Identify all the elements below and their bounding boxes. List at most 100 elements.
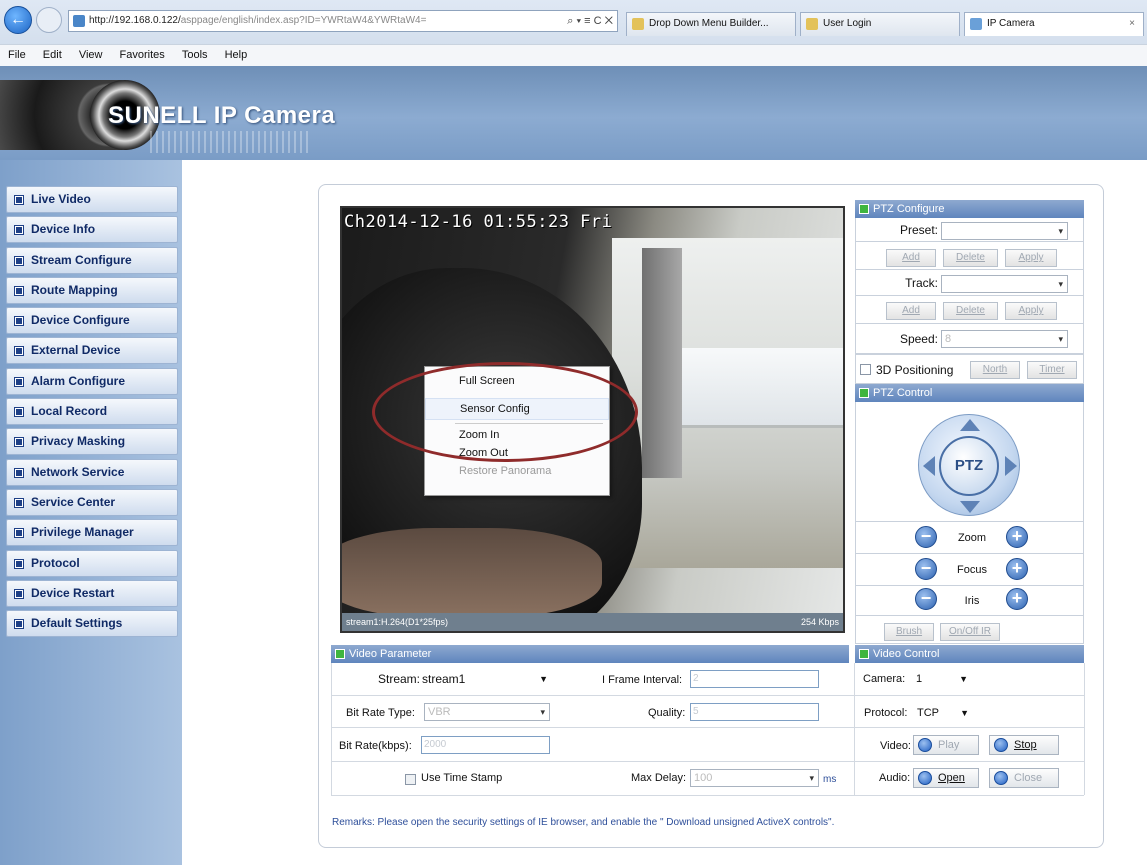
sidebar-item-label: Alarm Configure	[31, 373, 126, 388]
menu-item-zoom-out[interactable]: Zoom Out	[425, 444, 609, 462]
zoom-in-button[interactable]: +	[1006, 526, 1028, 548]
video-window-area	[672, 348, 843, 428]
track-label: Track:	[905, 276, 938, 290]
ptz-center-button[interactable]: PTZ	[939, 436, 999, 496]
track-apply-button[interactable]: Apply	[1005, 302, 1057, 320]
max-delay-select[interactable]: 100 ▾	[690, 769, 819, 787]
address-bar[interactable]: http://192.168.0.122/asppage/english/ind…	[68, 10, 618, 32]
audio-open-icon	[918, 771, 932, 785]
chevron-down-icon: ▼	[960, 708, 969, 718]
play-button[interactable]: Play	[913, 735, 979, 755]
ptz-direction-pad[interactable]: PTZ	[918, 414, 1020, 516]
sidebar-item-alarm-configure[interactable]: Alarm Configure	[6, 367, 178, 395]
zoom-label: Zoom	[957, 532, 987, 544]
menu-tools[interactable]: Tools	[182, 49, 208, 61]
track-select[interactable]: ▾	[941, 275, 1068, 293]
sidebar-item-protocol[interactable]: Protocol	[6, 549, 178, 577]
stream-select[interactable]: stream1 ▼	[422, 669, 552, 689]
address-path: asppage/english/index.asp?ID=YWRtaW4&YWR…	[180, 15, 427, 26]
audio-close-button[interactable]: Close	[989, 768, 1059, 788]
sidebar-item-privacy-masking[interactable]: Privacy Masking	[6, 428, 178, 456]
bitrate-input[interactable]: 2000	[421, 736, 550, 754]
brush-button[interactable]: Brush	[884, 623, 934, 641]
north-button[interactable]: North	[970, 361, 1020, 379]
chevron-down-icon: ▾	[1058, 334, 1063, 344]
video-door-area	[642, 248, 682, 478]
menu-file[interactable]: File	[8, 49, 26, 61]
menu-item-zoom-in[interactable]: Zoom In	[425, 426, 609, 444]
focus-label: Focus	[957, 564, 987, 576]
back-button[interactable]: ←	[4, 6, 32, 34]
bitrate-type-select[interactable]: VBR ▾	[424, 703, 550, 721]
audio-open-button[interactable]: Open	[913, 768, 979, 788]
timestamp-checkbox[interactable]	[405, 774, 416, 785]
iris-minus-button[interactable]: −	[915, 588, 937, 610]
menu-favorites[interactable]: Favorites	[120, 49, 165, 61]
protocol-select[interactable]: TCP ▼	[917, 703, 973, 723]
arrow-down-icon[interactable]	[960, 501, 980, 513]
iris-label: Iris	[964, 595, 980, 607]
sidebar-item-device-restart[interactable]: Device Restart	[6, 579, 178, 607]
bitrate-type-label: Bit Rate Type:	[346, 707, 415, 719]
track-add-button[interactable]: Add	[886, 302, 936, 320]
iris-plus-button[interactable]: +	[1006, 588, 1028, 610]
iframe-interval-input[interactable]: 2	[690, 670, 819, 688]
camera-select[interactable]: 1 ▼	[916, 669, 972, 689]
sidebar-item-route-mapping[interactable]: Route Mapping	[6, 276, 178, 304]
sidebar-item-service-center[interactable]: Service Center	[6, 488, 178, 516]
sidebar-item-external-device[interactable]: External Device	[6, 337, 178, 365]
preset-delete-button[interactable]: Delete	[943, 249, 998, 267]
focus-minus-button[interactable]: −	[915, 558, 937, 580]
tab-ip-camera[interactable]: IP Camera ×	[964, 12, 1144, 36]
divider	[331, 695, 1084, 696]
play-label: Play	[938, 739, 960, 751]
menu-separator	[455, 423, 603, 424]
address-tools-icon[interactable]: ⌕ ▾ ≡ C ✕	[567, 11, 613, 31]
sidebar-item-network-service[interactable]: Network Service	[6, 458, 178, 486]
speed-select[interactable]: 8 ▾	[941, 330, 1068, 348]
track-delete-button[interactable]: Delete	[943, 302, 998, 320]
tab-user-login[interactable]: User Login	[800, 12, 960, 36]
sidebar-item-privilege-manager[interactable]: Privilege Manager	[6, 519, 178, 547]
focus-plus-button[interactable]: +	[1006, 558, 1028, 580]
menu-item-sensor-config[interactable]: Sensor Config	[425, 398, 609, 420]
sidebar-item-local-record[interactable]: Local Record	[6, 398, 178, 426]
preset-apply-button[interactable]: Apply	[1005, 249, 1057, 267]
sidebar-item-live-video[interactable]: Live Video	[6, 186, 178, 213]
tab-favicon	[632, 18, 644, 30]
arrow-right-icon[interactable]	[1005, 456, 1017, 476]
arrow-left-icon[interactable]	[923, 456, 935, 476]
sidebar: Live Video Device Info Stream Configure …	[0, 160, 182, 865]
bullet-icon	[14, 497, 24, 508]
preset-add-button[interactable]: Add	[886, 249, 936, 267]
sidebar-item-stream-configure[interactable]: Stream Configure	[6, 246, 178, 274]
ptz-configure-header: PTZ Configure	[855, 200, 1084, 218]
protocol-label: Protocol:	[864, 707, 908, 719]
zoom-out-button[interactable]: −	[915, 526, 937, 548]
quality-input[interactable]: 5	[690, 703, 819, 721]
sidebar-item-default-settings[interactable]: Default Settings	[6, 610, 178, 638]
preset-label: Preset:	[899, 223, 938, 237]
header-banner: SUNELL IP Camera	[0, 66, 1147, 160]
close-icon[interactable]: ×	[1129, 13, 1135, 35]
arrow-up-icon[interactable]	[960, 419, 980, 431]
forward-button[interactable]	[36, 7, 62, 33]
timestamp-label: Use Time Stamp	[421, 772, 503, 784]
chevron-down-icon: ▼	[959, 674, 968, 684]
3d-positioning-checkbox[interactable]	[860, 364, 871, 375]
context-menu: Full Screen Sensor Config Zoom In Zoom O…	[424, 366, 610, 496]
sidebar-item-device-info[interactable]: Device Info	[6, 216, 178, 244]
sidebar-item-device-configure[interactable]: Device Configure	[6, 307, 178, 335]
camera-value: 1	[916, 673, 923, 685]
timer-button[interactable]: Timer	[1027, 361, 1077, 379]
menu-view[interactable]: View	[79, 49, 103, 61]
tab-drop-down-menu-builder[interactable]: Drop Down Menu Builder...	[626, 12, 796, 36]
menu-help[interactable]: Help	[225, 49, 248, 61]
menu-edit[interactable]: Edit	[43, 49, 62, 61]
preset-select[interactable]: ▾	[941, 222, 1068, 240]
video-parameter-header: Video Parameter	[331, 645, 849, 663]
menu-item-full-screen[interactable]: Full Screen	[425, 370, 609, 392]
ir-toggle-button[interactable]: On/Off IR	[940, 623, 1000, 641]
stop-button[interactable]: Stop	[989, 735, 1059, 755]
speed-value: 8	[945, 333, 952, 345]
